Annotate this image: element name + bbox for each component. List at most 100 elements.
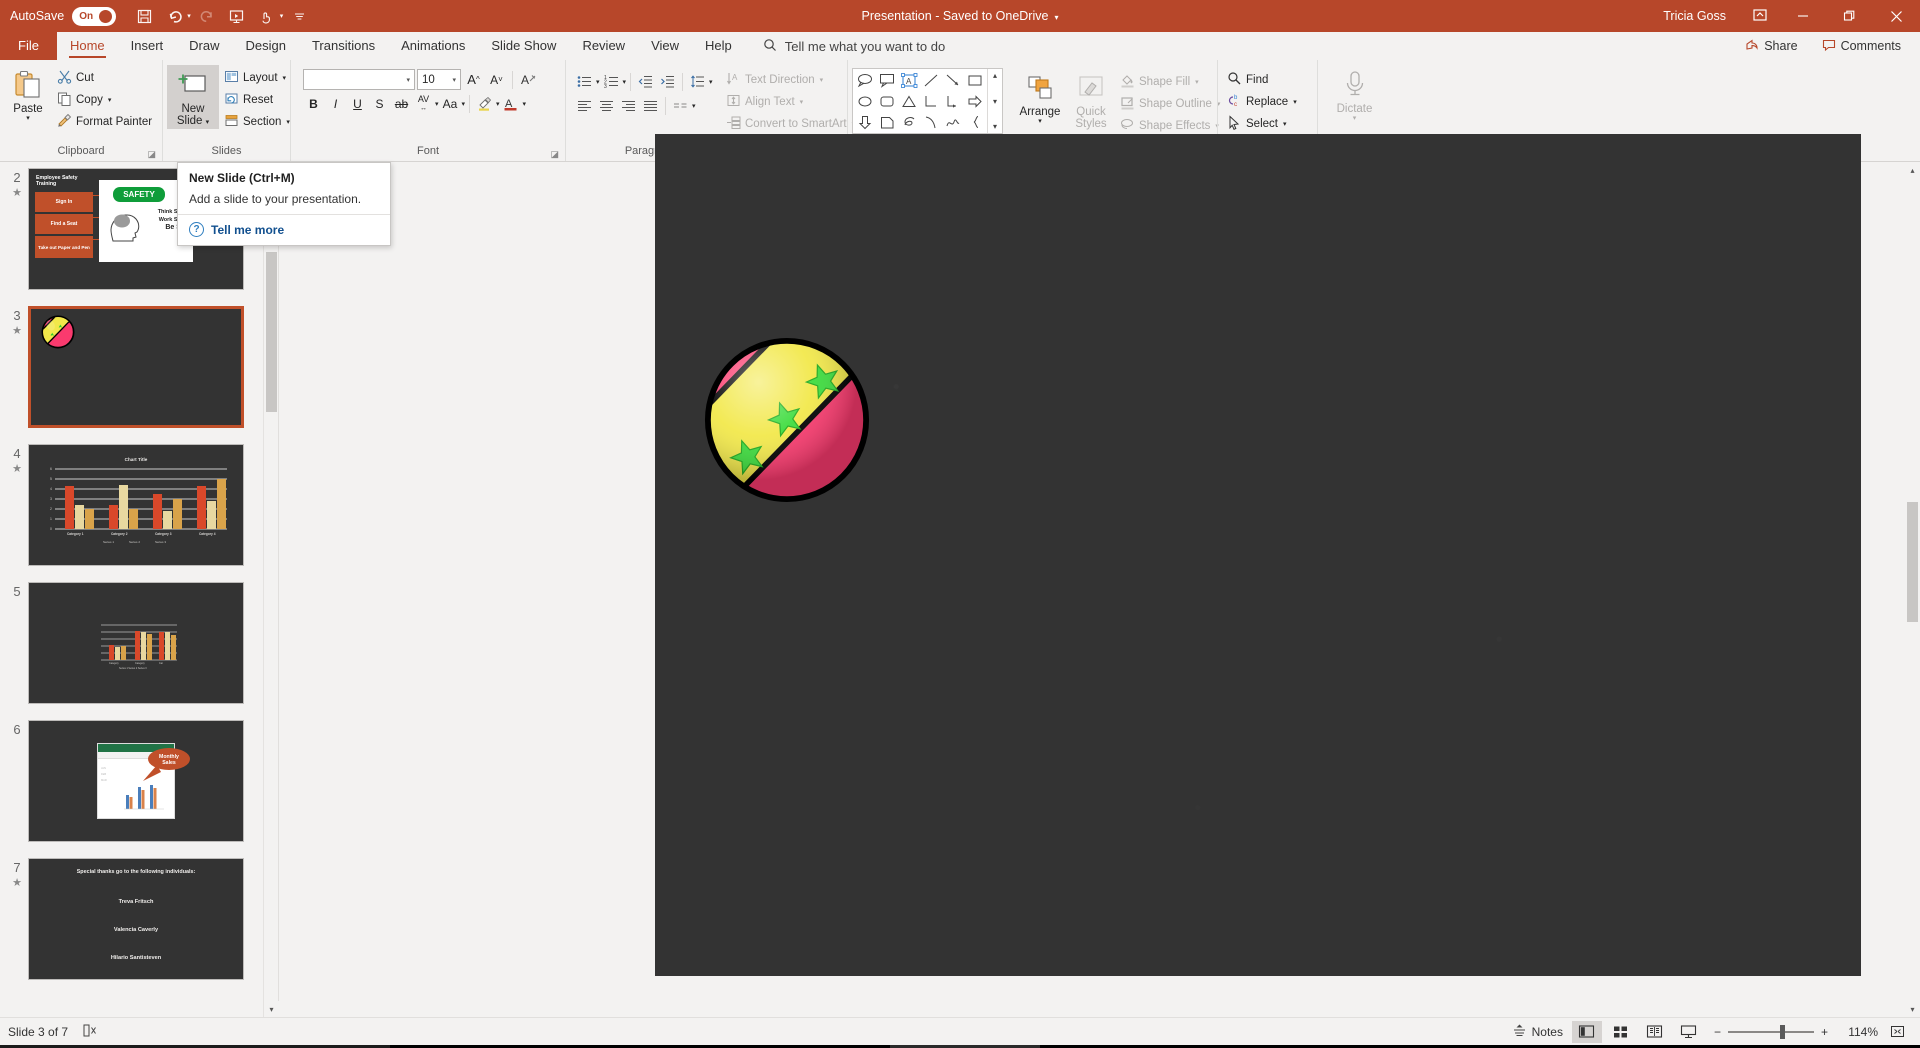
- find-button[interactable]: Find: [1222, 69, 1302, 91]
- thumbnail-scrollbar-thumb[interactable]: [266, 252, 277, 412]
- thumbnail-slide-5[interactable]: Category Category Cat Series 1 Series 2 Se…: [28, 582, 244, 704]
- shape-outline-button[interactable]: Shape Outline ▾: [1115, 93, 1225, 115]
- thumbnail-slide-4[interactable]: Chart Title 654 3210 Category 1 Category…: [28, 444, 244, 566]
- beach-ball-graphic[interactable]: [701, 334, 873, 506]
- zoom-knob[interactable]: [1779, 1024, 1785, 1039]
- shape-curve[interactable]: [920, 112, 942, 133]
- shape-speech-bubble-rect[interactable]: [876, 70, 898, 91]
- select-button[interactable]: Select ▾: [1222, 113, 1302, 135]
- gallery-scroll-up-icon[interactable]: ▴: [993, 71, 997, 80]
- zoom-out-button[interactable]: −: [1714, 1025, 1721, 1039]
- shape-left-brace[interactable]: [964, 112, 986, 133]
- increase-font-size-button[interactable]: A ^: [463, 69, 484, 90]
- restore-button[interactable]: [1826, 0, 1872, 32]
- thumbnail-row[interactable]: 4 ★ Chart Title 654 3210 Category 1 Cate…: [0, 444, 278, 566]
- bullets-button[interactable]: [574, 71, 595, 92]
- comments-button[interactable]: Comments: [1813, 35, 1910, 58]
- shape-text-box[interactable]: A: [898, 70, 920, 91]
- italic-button[interactable]: I: [325, 93, 346, 114]
- change-case-button[interactable]: Aa: [440, 93, 461, 114]
- arrange-caret-icon[interactable]: ▾: [1038, 118, 1042, 126]
- thumbnail-slide-7[interactable]: Special thanks go to the following indiv…: [28, 858, 244, 980]
- current-slide-canvas[interactable]: [655, 134, 1861, 976]
- tab-animations[interactable]: Animations: [388, 32, 478, 60]
- clipboard-dialog-launcher[interactable]: ◪: [147, 149, 156, 160]
- numbering-button[interactable]: 123: [601, 71, 622, 92]
- undo-icon[interactable]: [160, 3, 188, 29]
- tab-review[interactable]: Review: [569, 32, 638, 60]
- new-slide-button[interactable]: New Slide ▾: [167, 65, 219, 129]
- document-title-caret-icon[interactable]: ▾: [1054, 13, 1058, 22]
- tab-home[interactable]: Home: [57, 32, 118, 60]
- font-color-button[interactable]: A: [501, 93, 522, 114]
- shape-pentagon[interactable]: [876, 112, 898, 133]
- columns-button[interactable]: [670, 95, 691, 116]
- autosave-toggle[interactable]: On: [72, 6, 117, 26]
- share-button[interactable]: Share: [1736, 35, 1806, 58]
- format-painter-button[interactable]: Format Painter: [52, 111, 157, 133]
- convert-to-smartart-button[interactable]: Convert to SmartArt ▾: [721, 113, 860, 135]
- tab-slide-show[interactable]: Slide Show: [478, 32, 569, 60]
- replace-button[interactable]: bc Replace ▾: [1222, 91, 1302, 113]
- strikethrough-button[interactable]: ab: [391, 93, 412, 114]
- text-highlight-color-button[interactable]: [474, 93, 495, 114]
- font-color-caret-icon[interactable]: ▾: [523, 100, 527, 108]
- slide-show-button[interactable]: [1674, 1021, 1704, 1043]
- tell-me-search[interactable]: Tell me what you want to do: [763, 38, 945, 55]
- dictate-caret-icon[interactable]: ▾: [1353, 115, 1357, 123]
- zoom-percent-label[interactable]: 114%: [1838, 1025, 1878, 1039]
- section-button[interactable]: Section ▾: [219, 111, 295, 133]
- paste-button[interactable]: Paste ▾: [4, 65, 52, 125]
- canvas-vertical-scrollbar[interactable]: ▴ ▾: [1905, 162, 1920, 1017]
- zoom-in-button[interactable]: +: [1821, 1025, 1828, 1039]
- change-case-caret-icon[interactable]: ▾: [462, 100, 466, 108]
- shape-fill-caret-icon[interactable]: ▾: [1195, 78, 1199, 86]
- decrease-font-size-button[interactable]: A ˅: [486, 69, 507, 90]
- thumbnail-scrollbar[interactable]: ▴ ▾: [263, 162, 279, 1017]
- beach-ball-shape[interactable]: [701, 334, 873, 509]
- text-direction-button[interactable]: A Text Direction ▾: [721, 69, 860, 91]
- zoom-track[interactable]: [1727, 1024, 1814, 1039]
- layout-caret-icon[interactable]: ▾: [283, 74, 287, 82]
- slide-indicator[interactable]: Slide 3 of 7: [8, 1025, 68, 1039]
- quick-styles-button[interactable]: Quick Styles ▾: [1067, 68, 1115, 144]
- shape-oval[interactable]: [854, 91, 876, 112]
- minimize-button[interactable]: [1780, 0, 1826, 32]
- bullets-caret-icon[interactable]: ▾: [596, 78, 600, 86]
- paste-dropdown-caret-icon[interactable]: ▾: [26, 115, 30, 123]
- shape-line-arrow[interactable]: [942, 70, 964, 91]
- copy-button[interactable]: Copy ▾: [52, 89, 157, 111]
- line-spacing-button[interactable]: [687, 71, 708, 92]
- line-spacing-caret-icon[interactable]: ▾: [709, 78, 713, 86]
- shape-freeform[interactable]: [942, 112, 964, 133]
- thumbnail-row[interactable]: 7 ★ Special thanks go to the following i…: [0, 858, 278, 980]
- tab-draw[interactable]: Draw: [176, 32, 232, 60]
- clear-all-formatting-button[interactable]: A: [518, 69, 539, 90]
- canvas-scroll-up-button[interactable]: ▴: [1905, 162, 1920, 178]
- font-dialog-launcher[interactable]: ◪: [550, 149, 559, 160]
- bold-button[interactable]: B: [303, 93, 324, 114]
- columns-caret-icon[interactable]: ▾: [692, 102, 696, 110]
- zoom-slider[interactable]: − +: [1714, 1024, 1828, 1039]
- font-name-input[interactable]: ▾: [303, 69, 415, 90]
- fit-slide-to-window-button[interactable]: [1882, 1021, 1912, 1043]
- layout-button[interactable]: Layout ▾: [219, 67, 295, 89]
- thumbnail-slide-3[interactable]: [28, 306, 244, 428]
- touch-mouse-mode-icon[interactable]: [253, 3, 281, 29]
- shapes-gallery-scroll[interactable]: ▴ ▾ ▾: [987, 69, 1002, 133]
- shape-rectangle[interactable]: [964, 70, 986, 91]
- new-slide-caret-icon[interactable]: ▾: [206, 119, 210, 126]
- slide-sorter-view-button[interactable]: [1606, 1021, 1636, 1043]
- underline-button[interactable]: U: [347, 93, 368, 114]
- slide-thumbnail-list[interactable]: 2 ★ Employee Safety Training Sign In Fin…: [0, 162, 278, 1017]
- decrease-indent-button[interactable]: [635, 71, 656, 92]
- shape-right-arrow[interactable]: [964, 91, 986, 112]
- thumbnail-scroll-down-button[interactable]: ▾: [264, 1001, 279, 1017]
- tooltip-tell-me-more-link[interactable]: ? Tell me more: [189, 222, 379, 237]
- save-icon[interactable]: [130, 3, 158, 29]
- thumbnail-slide-6[interactable]: JAN FEB MAR Monthly Sales: [28, 720, 244, 842]
- tab-help[interactable]: Help: [692, 32, 745, 60]
- text-shadow-button[interactable]: S: [369, 93, 390, 114]
- shape-elbow-connector[interactable]: [920, 91, 942, 112]
- shapes-gallery[interactable]: A ▴ ▾ ▾: [852, 68, 1003, 134]
